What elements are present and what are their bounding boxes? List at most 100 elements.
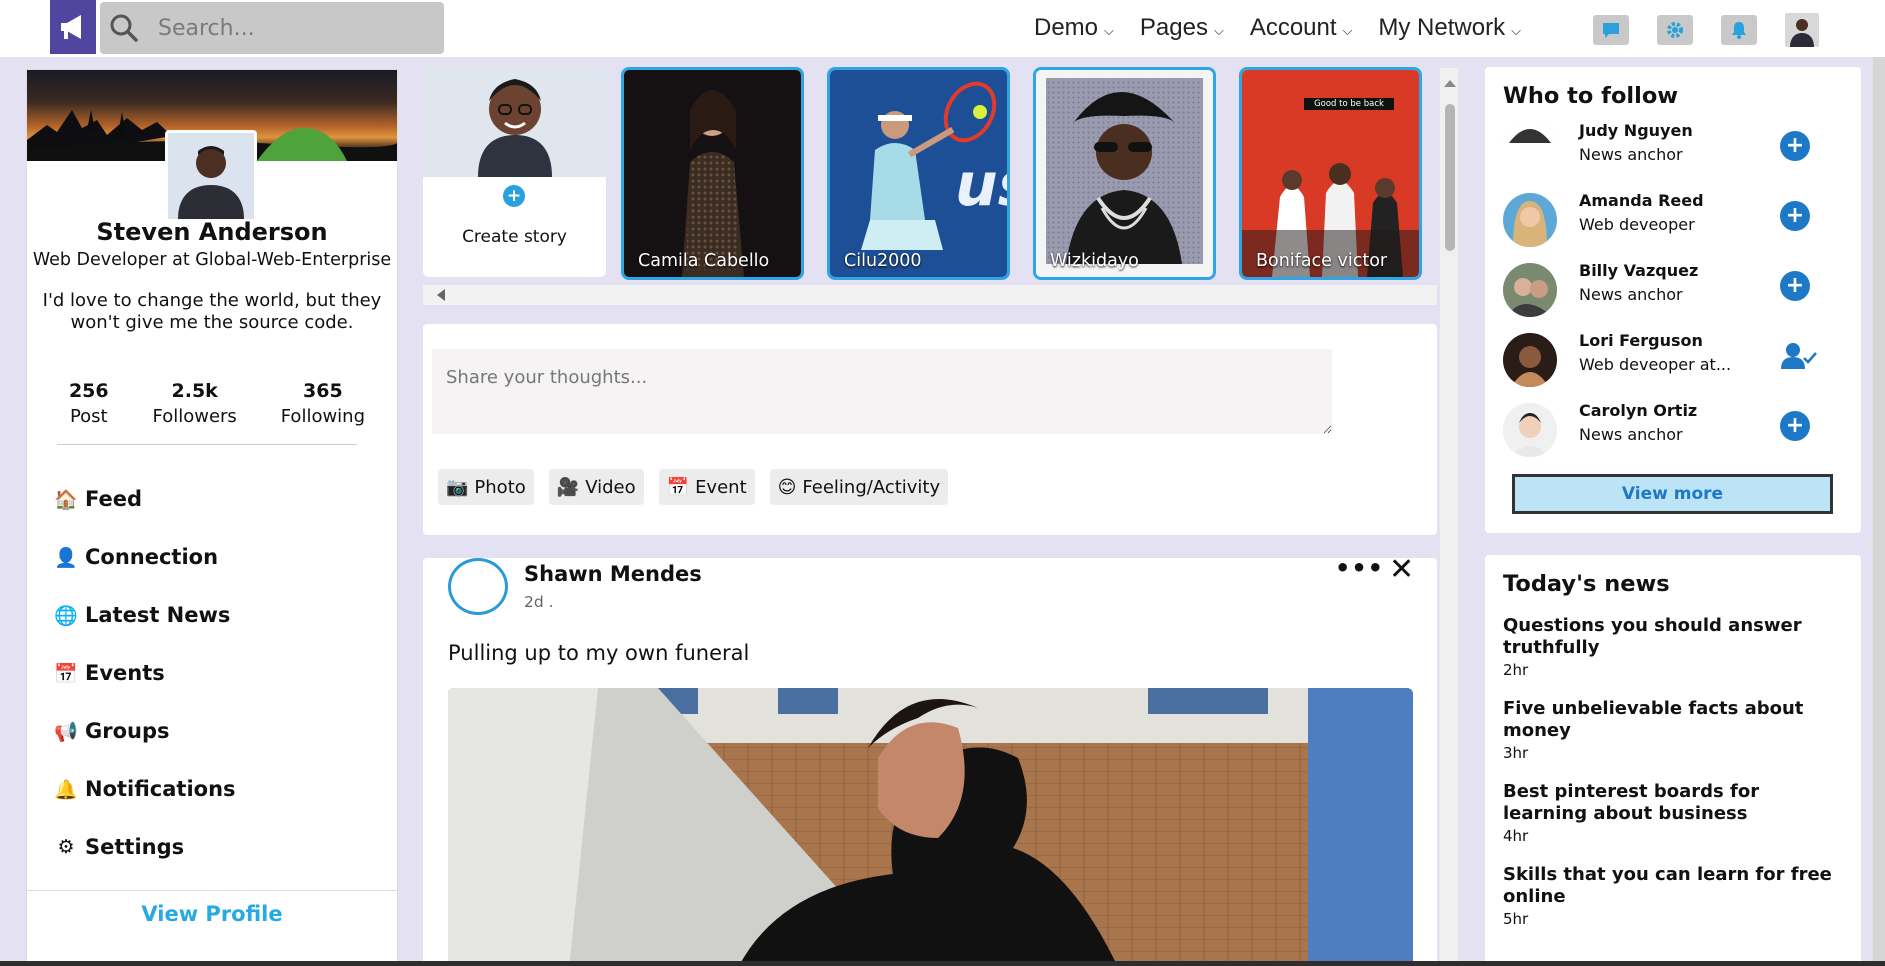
news-headline[interactable]: Five unbelievable facts about money [1503, 698, 1848, 742]
calendar-icon: 📅 [54, 662, 78, 685]
chevron-down-icon: ⌵ [1511, 23, 1521, 38]
scrollbar-thumb[interactable] [1445, 104, 1455, 251]
follow-name[interactable]: Carolyn Ortiz [1579, 401, 1697, 420]
scroll-left-icon[interactable] [437, 289, 445, 301]
story-name: Cilu2000 [844, 251, 922, 271]
scroll-up-icon[interactable] [1444, 80, 1456, 87]
sidebar-item-settings[interactable]: ⚙ Settings [53, 818, 236, 876]
bell-icon: 🔔 [54, 778, 78, 801]
nav-pages[interactable]: Pages ⌵ [1140, 14, 1224, 42]
sidebar-item-label: Settings [85, 835, 185, 859]
stat-following[interactable]: 365 Following [281, 380, 365, 427]
share-thoughts-input[interactable] [432, 349, 1332, 434]
feed-scrollbar[interactable] [1440, 68, 1458, 966]
action-label: Event [695, 476, 747, 498]
camera-icon: 📷 [446, 476, 469, 498]
add-follow-plus-icon[interactable]: + [1780, 201, 1810, 231]
action-label: Feeling/Activity [802, 476, 941, 498]
event-button[interactable]: 📅 Event [658, 469, 755, 505]
view-profile-link[interactable]: View Profile [27, 902, 397, 926]
stories-strip: + Create story Camila Cabello us Cilu200… [423, 67, 1437, 312]
add-follow-plus-icon[interactable]: + [1780, 271, 1810, 301]
sidebar-item-latest-news[interactable]: 🌐 Latest News [53, 586, 236, 644]
sidebar-item-feed[interactable]: 🏠 Feed [53, 470, 236, 528]
profile-bio: I'd love to change the world, but they w… [42, 290, 382, 333]
window-scrollbar[interactable] [1873, 57, 1885, 966]
megaphone-logo-icon[interactable] [50, 0, 96, 54]
add-story-plus-icon[interactable]: + [503, 185, 525, 207]
post-timestamp: 2d . [524, 593, 554, 611]
story-card[interactable]: Wizkidayo [1033, 67, 1216, 280]
follow-name[interactable]: Billy Vazquez [1579, 261, 1698, 280]
news-time: 2hr [1503, 661, 1529, 679]
post-author-name[interactable]: Shawn Mendes [524, 562, 702, 586]
view-more-button[interactable]: View more [1512, 474, 1833, 514]
stat-followers[interactable]: 2.5k Followers [153, 380, 237, 427]
search-input[interactable] [158, 15, 418, 41]
chat-icon[interactable] [1593, 15, 1629, 45]
story-card[interactable]: Camila Cabello [621, 67, 804, 280]
nav-demo[interactable]: Demo ⌵ [1034, 14, 1114, 42]
news-item[interactable]: Five unbelievable facts about money 3hr [1503, 698, 1848, 762]
sidebar-item-groups[interactable]: 📢 Groups [53, 702, 236, 760]
create-story-card[interactable]: + Create story [423, 67, 606, 277]
follow-name[interactable]: Judy Nguyen [1579, 121, 1693, 140]
add-follow-plus-icon[interactable]: + [1780, 131, 1810, 161]
action-label: Video [585, 476, 636, 498]
stat-label: Post [69, 406, 108, 427]
more-options-icon[interactable]: ••• [1335, 558, 1384, 582]
sidebar-item-notifications[interactable]: 🔔 Notifications [53, 760, 235, 818]
news-item[interactable]: Skills that you can learn for free onlin… [1503, 864, 1848, 928]
sidebar-item-connection[interactable]: 👤 Connection [53, 528, 236, 586]
following-check-icon[interactable] [1780, 341, 1817, 371]
avatar[interactable] [1503, 263, 1557, 317]
stat-label: Followers [152, 406, 237, 427]
news-item[interactable]: Best pinterest boards for learning about… [1503, 781, 1848, 845]
divider [57, 444, 357, 445]
post-image[interactable] [448, 688, 1413, 966]
follow-item: Lori Ferguson Web deveoper at... [1503, 331, 1843, 393]
news-item[interactable]: Questions you should answer truthfully 2… [1503, 615, 1848, 679]
nav-my-network[interactable]: My Network ⌵ [1378, 14, 1521, 42]
avatar[interactable] [1503, 403, 1557, 457]
stat-label: Following [280, 406, 366, 427]
add-follow-plus-icon[interactable]: + [1780, 411, 1810, 441]
profile-stats: 256 Post 2.5k Followers 365 Following [47, 380, 387, 427]
stat-value: 365 [303, 380, 343, 402]
chevron-down-icon: ⌵ [1342, 23, 1353, 38]
svg-text:us: us [955, 150, 1007, 220]
home-icon: 🏠 [54, 488, 78, 511]
photo-button[interactable]: 📷 Photo [438, 469, 534, 505]
sidebar-item-events[interactable]: 📅 Events [53, 644, 236, 702]
settings-icon[interactable] [1657, 15, 1693, 45]
follow-name[interactable]: Lori Ferguson [1579, 331, 1703, 350]
stat-posts[interactable]: 256 Post [69, 380, 109, 427]
create-story-image [423, 67, 606, 177]
user-avatar[interactable] [1785, 13, 1819, 47]
avatar[interactable] [1503, 123, 1557, 143]
follow-item: Billy Vazquez News anchor + [1503, 261, 1843, 323]
avatar[interactable] [1503, 193, 1557, 247]
close-icon[interactable]: ✕ [1389, 558, 1414, 587]
news-headline[interactable]: Skills that you can learn for free onlin… [1503, 864, 1848, 908]
nav-account[interactable]: Account ⌵ [1250, 14, 1353, 42]
video-camera-icon: 🎥 [556, 476, 580, 498]
stories-scrollbar[interactable] [423, 285, 1437, 305]
search-box[interactable] [100, 2, 444, 54]
story-card[interactable]: us Cilu2000 [827, 67, 1010, 280]
bell-icon[interactable] [1721, 15, 1757, 45]
chevron-down-icon: ⌵ [1213, 23, 1224, 38]
profile-avatar[interactable] [165, 130, 257, 222]
story-card[interactable]: Good to be back Boniface victor [1239, 67, 1422, 280]
avatar[interactable] [1503, 333, 1557, 387]
news-time: 5hr [1503, 910, 1529, 928]
post-author-avatar[interactable] [448, 558, 508, 615]
profile-title: Web Developer at Global-Web-Enterprise [32, 250, 392, 270]
video-button[interactable]: 🎥 Video [548, 469, 644, 505]
news-headline[interactable]: Questions you should answer truthfully [1503, 615, 1848, 659]
feeling-activity-button[interactable]: 😊 Feeling/Activity [769, 469, 949, 505]
news-headline[interactable]: Best pinterest boards for learning about… [1503, 781, 1848, 825]
news-time: 4hr [1503, 827, 1529, 845]
main-nav-menu: Demo ⌵ Pages ⌵ Account ⌵ My Network ⌵ [1034, 10, 1547, 46]
follow-name[interactable]: Amanda Reed [1579, 191, 1704, 210]
